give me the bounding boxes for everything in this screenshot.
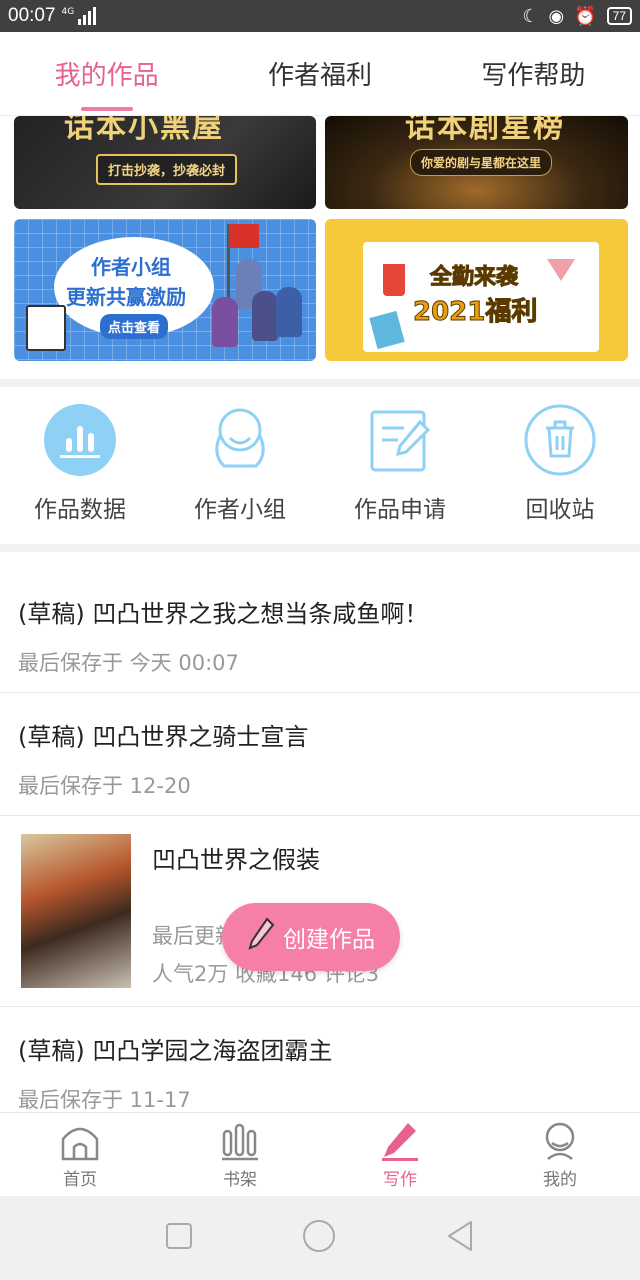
character-illustration (276, 287, 302, 337)
banner-line1: 全勤来袭 (429, 265, 519, 291)
banner-title: 话本剧星榜 (405, 116, 565, 145)
moon-icon: ☾ (522, 5, 539, 27)
work-cover-image (21, 834, 131, 988)
shortcut-row: 作品数据 作者小组 作品申请 回收站 (0, 388, 640, 544)
top-tabs: 我的作品 作者福利 写作帮助 (0, 32, 640, 116)
banner-title: 话本小黑屋 (64, 116, 224, 145)
tab-my-works[interactable]: 我的作品 (0, 32, 213, 115)
shortcut-author-group[interactable]: 作者小组 (160, 388, 320, 544)
create-work-button[interactable]: 创建作品 (222, 903, 400, 971)
battery-icon: 77 (606, 7, 632, 25)
shortcut-label: 作者小组 (194, 497, 286, 523)
profile-icon (540, 1121, 580, 1161)
work-title: (草稿) 凹凸世界之我之想当条咸鱼啊！ (18, 600, 429, 628)
home-circle-icon[interactable] (302, 1219, 336, 1257)
work-meta: 最后保存于 11-17 (18, 1088, 191, 1112)
flag-icon (229, 224, 259, 248)
lock-rotation-icon: ◉ (548, 5, 565, 27)
status-time: 00:07 (8, 5, 56, 26)
banner-attendance[interactable]: 全勤来袭 2021福利 (325, 219, 628, 361)
section-divider (0, 379, 640, 387)
shortcut-recycle-bin[interactable]: 回收站 (480, 388, 640, 544)
work-title: 凹凸世界之假装 (152, 846, 320, 874)
list-item[interactable]: (草稿) 凹凸世界之我之想当条咸鱼啊！ 最后保存于 今天 00:07 (0, 552, 640, 693)
list-item[interactable]: (草稿) 凹凸学园之海盗团霸主 最后保存于 11-17 (0, 1007, 640, 1117)
banner-subtitle: 打击抄袭，抄袭必封 (96, 154, 238, 185)
alarm-icon: ⏰ (574, 5, 597, 27)
shortcut-label: 回收站 (525, 497, 595, 523)
banner-subtitle: 你爱的剧与星都在这里 (410, 149, 553, 176)
checklist-icon (26, 305, 66, 351)
banner-line1: 作者小组 (91, 255, 171, 279)
cocktail-icon (547, 259, 575, 281)
home-icon (60, 1121, 100, 1161)
shortcut-label: 作品数据 (34, 497, 126, 523)
work-title: (草稿) 凹凸学园之海盗团霸主 (18, 1037, 333, 1065)
list-item[interactable]: (草稿) 凹凸世界之骑士宣言 最后保存于 12-20 (0, 693, 640, 816)
banner-line2: 2021福利 (412, 297, 538, 328)
nav-write[interactable]: 写作 (320, 1113, 480, 1196)
signal-icon: 4G (62, 7, 97, 25)
bottom-nav: 首页 书架 写作 我的 (0, 1112, 640, 1196)
shortcut-works-apply[interactable]: 作品申请 (320, 388, 480, 544)
work-meta: 最后保存于 12-20 (18, 774, 191, 798)
work-title: (草稿) 凹凸世界之骑士宣言 (18, 723, 309, 751)
tab-author-benefits[interactable]: 作者福利 (213, 32, 426, 115)
nav-label: 首页 (63, 1170, 97, 1190)
shortcut-works-data[interactable]: 作品数据 (0, 388, 160, 544)
nav-label: 书架 (223, 1170, 257, 1190)
back-icon[interactable] (445, 1220, 475, 1256)
pen-icon (380, 1121, 420, 1161)
banner-line2: 更新共赢激励 (66, 285, 186, 309)
group-avatar-icon (204, 404, 276, 476)
create-work-label: 创建作品 (283, 927, 375, 953)
section-divider (0, 544, 640, 552)
system-nav-bar (0, 1196, 640, 1280)
tab-writing-help[interactable]: 写作帮助 (427, 32, 640, 115)
nav-bookshelf[interactable]: 书架 (160, 1113, 320, 1196)
character-illustration (252, 291, 278, 341)
nav-home[interactable]: 首页 (0, 1113, 160, 1196)
banner-author-group[interactable]: 作者小组 更新共赢激励 点击查看 (14, 219, 316, 361)
work-meta: 最后保存于 今天 00:07 (18, 651, 239, 675)
trash-icon (524, 404, 596, 476)
status-bar: 00:07 4G ☾ ◉ ⏰ 77 (0, 0, 640, 32)
bar-chart-icon (44, 404, 116, 476)
nav-label: 写作 (383, 1170, 417, 1190)
edit-document-icon (364, 404, 436, 476)
shortcut-label: 作品申请 (354, 497, 446, 523)
recent-apps-icon[interactable] (165, 1222, 193, 1254)
nav-profile[interactable]: 我的 (480, 1113, 640, 1196)
bookshelf-icon (220, 1121, 260, 1161)
nav-label: 我的 (543, 1170, 577, 1190)
banner-blacklist[interactable]: 话本小黑屋 打击抄袭，抄袭必封 (14, 116, 316, 209)
pencil-icon (247, 917, 275, 957)
character-illustration (212, 297, 238, 347)
banner-cta: 点击查看 (100, 314, 169, 339)
banner-star-ranking[interactable]: 话本剧星榜 你爱的剧与星都在这里 (325, 116, 628, 209)
network-type: 4G (61, 7, 75, 17)
fries-icon (383, 264, 405, 296)
